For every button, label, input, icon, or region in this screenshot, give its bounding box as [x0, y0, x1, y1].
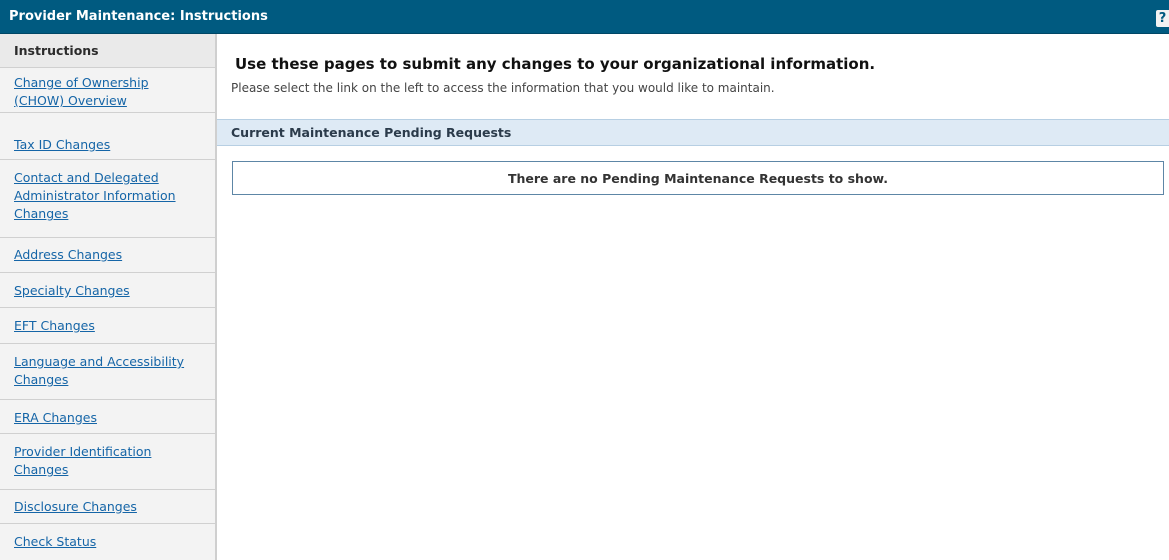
sidebar-item-address-changes[interactable]: Address Changes: [0, 238, 215, 273]
sidebar-item-specialty-changes[interactable]: Specialty Changes: [0, 273, 215, 308]
sidebar-item-label[interactable]: Language and Accessibility Changes: [14, 353, 201, 389]
sidebar-item-label[interactable]: ERA Changes: [14, 409, 201, 427]
sidebar-item-label[interactable]: Tax ID Changes: [14, 136, 201, 154]
sidebar-item-label[interactable]: Address Changes: [14, 246, 201, 264]
title-bar: Provider Maintenance: Instructions ?: [0, 0, 1169, 34]
sidebar-item-instructions: Instructions: [0, 34, 215, 68]
pending-requests-empty-box: There are no Pending Maintenance Request…: [232, 161, 1164, 195]
sidebar: Instructions Change of Ownership (CHOW) …: [0, 34, 217, 560]
page-title: Provider Maintenance: Instructions: [9, 9, 268, 24]
sidebar-item-label[interactable]: Contact and Delegated Administrator Info…: [14, 169, 201, 223]
pending-requests-title: Current Maintenance Pending Requests: [231, 125, 512, 140]
sidebar-item-tax-id-changes[interactable]: Tax ID Changes: [0, 113, 215, 160]
sidebar-item-label[interactable]: Disclosure Changes: [14, 498, 201, 516]
sidebar-item-check-status[interactable]: Check Status: [0, 524, 215, 560]
sidebar-item-era-changes[interactable]: ERA Changes: [0, 400, 215, 434]
sidebar-item-label[interactable]: Change of Ownership (CHOW) Overview: [14, 74, 201, 110]
sidebar-item-eft-changes[interactable]: EFT Changes: [0, 308, 215, 344]
sidebar-item-chow-overview[interactable]: Change of Ownership (CHOW) Overview: [0, 68, 215, 113]
sidebar-item-disclosure-changes[interactable]: Disclosure Changes: [0, 490, 215, 524]
sidebar-item-label: Instructions: [14, 43, 99, 58]
empty-state-message: There are no Pending Maintenance Request…: [507, 171, 889, 186]
sidebar-item-label[interactable]: Provider Identification Changes: [14, 443, 201, 479]
sidebar-item-provider-identification-changes[interactable]: Provider Identification Changes: [0, 434, 215, 490]
main-content: Use these pages to submit any changes to…: [217, 34, 1169, 560]
pending-requests-header: Current Maintenance Pending Requests: [217, 119, 1169, 146]
sidebar-item-label[interactable]: EFT Changes: [14, 317, 201, 335]
sidebar-item-language-accessibility-changes[interactable]: Language and Accessibility Changes: [0, 344, 215, 400]
help-icon[interactable]: ?: [1156, 10, 1169, 27]
instructions-subtext: Please select the link on the left to ac…: [231, 81, 775, 95]
sidebar-item-contact-admin-changes[interactable]: Contact and Delegated Administrator Info…: [0, 160, 215, 238]
sidebar-item-label[interactable]: Check Status: [14, 533, 201, 551]
instructions-headline: Use these pages to submit any changes to…: [235, 55, 876, 73]
sidebar-item-label[interactable]: Specialty Changes: [14, 282, 201, 300]
